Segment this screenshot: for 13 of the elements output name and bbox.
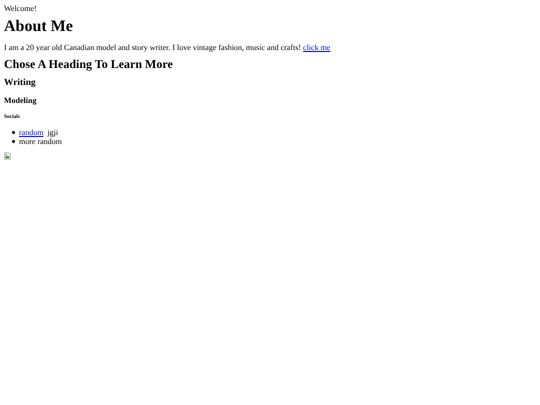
bullet-icon xyxy=(12,140,15,144)
list-text: more random xyxy=(19,136,62,146)
subheading: Writing xyxy=(4,78,37,88)
subheading: Modeling xyxy=(4,96,38,106)
section-heading: Chose A Heading To Learn More xyxy=(4,58,174,72)
list-link[interactable]: random xyxy=(19,128,44,137)
broken-image-icon xyxy=(4,152,11,160)
list-text: jgji xyxy=(47,128,58,137)
intro-paragraph: I am a 20 year old Canadian model and story writer. I love vintage fashion, music and crafts! click me xyxy=(4,42,332,52)
welcome-text: Welcome! xyxy=(4,4,38,14)
bullet-icon xyxy=(12,130,15,134)
page-heading: About Me xyxy=(4,18,74,37)
click-me-link[interactable]: click me xyxy=(303,42,330,52)
